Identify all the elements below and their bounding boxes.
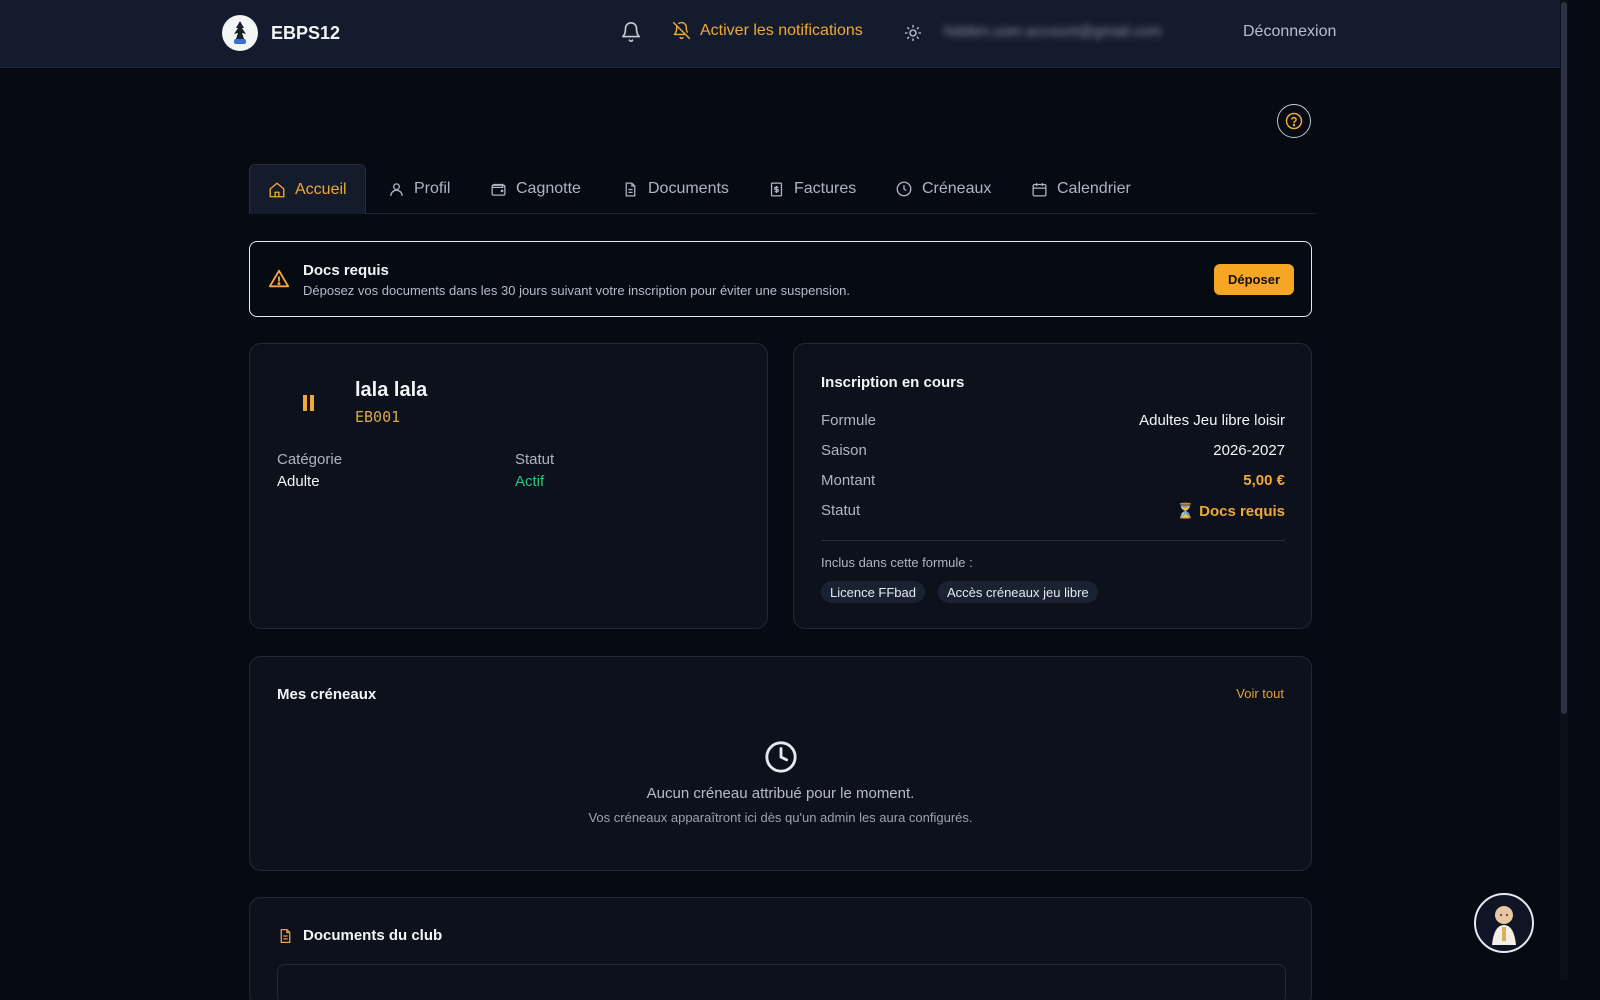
slots-title: Mes créneaux [277, 686, 377, 703]
row-value: Adultes Jeu libre loisir [1139, 412, 1285, 429]
amount-value: 5,00 € [1243, 472, 1285, 489]
see-all-link[interactable]: Voir tout [1236, 686, 1284, 701]
tab-label: Profil [414, 180, 451, 197]
tab-label: Documents [648, 180, 729, 197]
user-icon [390, 182, 403, 196]
top-header: EBPS12 Activer les notifications hidden.… [0, 0, 1568, 68]
enable-notifications-button[interactable]: Activer les notifications [672, 21, 863, 40]
tab-label: Créneaux [922, 180, 992, 197]
documents-list [277, 964, 1286, 1000]
row-key: Saison [821, 442, 867, 459]
row-key: Formule [821, 412, 877, 429]
tab-bar: Accueil Profil Cagnotte Documents Factur… [249, 164, 1316, 214]
user-email: hidden.user.account@gmail.com [944, 23, 1162, 40]
warning-icon [268, 269, 290, 288]
upload-button[interactable]: Déposer [1214, 264, 1294, 295]
club-documents-title: Documents du club [303, 927, 443, 944]
included-label: Inclus dans cette formule : [821, 555, 973, 570]
included-chip: Licence FFbad [821, 581, 925, 603]
tab-calendrier[interactable]: Calendrier [1031, 164, 1131, 214]
slots-card: Mes créneaux Voir tout Aucun créneau att… [249, 656, 1312, 871]
member-name: lala lala [355, 379, 428, 401]
help-icon [1285, 112, 1303, 130]
enable-notifications-label: Activer les notifications [700, 21, 863, 39]
calendar-icon [1032, 182, 1047, 197]
bell-icon[interactable] [620, 21, 642, 43]
tab-label: Calendrier [1057, 180, 1131, 197]
wallet-icon [491, 183, 506, 196]
tab-label: Accueil [295, 180, 347, 198]
tab-cagnotte[interactable]: Cagnotte [490, 164, 581, 214]
theme-toggle-sun-icon[interactable] [904, 24, 922, 42]
tab-documents[interactable]: Documents [622, 164, 729, 214]
clock-icon [765, 741, 797, 773]
home-icon [269, 182, 285, 197]
status-label: Statut [515, 451, 555, 468]
docs-required-alert: Docs requis Déposez vos documents dans l… [249, 241, 1312, 317]
help-button[interactable] [1277, 104, 1311, 138]
club-logo [222, 15, 258, 51]
scrollbar-thumb[interactable] [1561, 2, 1567, 714]
logout-button[interactable]: Déconnexion [1243, 23, 1336, 41]
tab-factures[interactable]: Factures [768, 164, 856, 214]
row-key: Statut [821, 502, 861, 519]
assistant-avatar-button[interactable] [1474, 893, 1534, 953]
inscription-row: Statut ⏳ Docs requis [821, 502, 1285, 520]
alert-title: Docs requis [303, 262, 389, 279]
category-label: Catégorie [277, 451, 343, 468]
row-key: Montant [821, 472, 876, 489]
inscription-row: Saison 2026-2027 [821, 442, 1285, 459]
club-documents-card: Documents du club [249, 897, 1312, 1000]
document-icon [625, 181, 636, 197]
alert-text: Déposez vos documents dans les 30 jours … [303, 283, 851, 298]
scrollbar[interactable] [1560, 0, 1568, 980]
tab-accueil[interactable]: Accueil [249, 164, 366, 214]
pause-icon [303, 395, 314, 411]
brand[interactable]: EBPS12 [222, 15, 340, 51]
tab-creneaux[interactable]: Créneaux [895, 164, 991, 214]
invoice-icon [770, 181, 783, 197]
row-value: 2026-2027 [1213, 442, 1285, 459]
clock-icon [896, 181, 912, 197]
empty-state-text: Aucun créneau attribué pour le moment. [646, 785, 915, 802]
document-icon [280, 928, 291, 944]
tab-label: Factures [794, 180, 857, 197]
member-card: lala lala EB001 Catégorie Adulte Statut … [249, 343, 768, 629]
empty-state-subtext: Vos créneaux apparaîtront ici dès qu'un … [588, 810, 973, 825]
inscription-row: Montant 5,00 € [821, 472, 1285, 489]
bell-off-icon [672, 21, 691, 40]
assistant-avatar-icon [1492, 906, 1516, 945]
divider [821, 540, 1285, 541]
member-id: EB001 [355, 408, 401, 426]
inscription-row: Formule Adultes Jeu libre loisir [821, 412, 1285, 429]
status-value: Actif [515, 473, 545, 490]
tab-profil[interactable]: Profil [388, 164, 450, 214]
tab-label: Cagnotte [516, 180, 581, 197]
inscription-card: Inscription en cours Formule Adultes Jeu… [793, 343, 1312, 629]
inscription-title: Inscription en cours [821, 374, 965, 391]
inscription-status-value: ⏳ Docs requis [1176, 503, 1285, 520]
brand-name: EBPS12 [271, 22, 341, 43]
included-chip: Accès créneaux jeu libre [938, 581, 1098, 603]
category-value: Adulte [277, 473, 320, 490]
